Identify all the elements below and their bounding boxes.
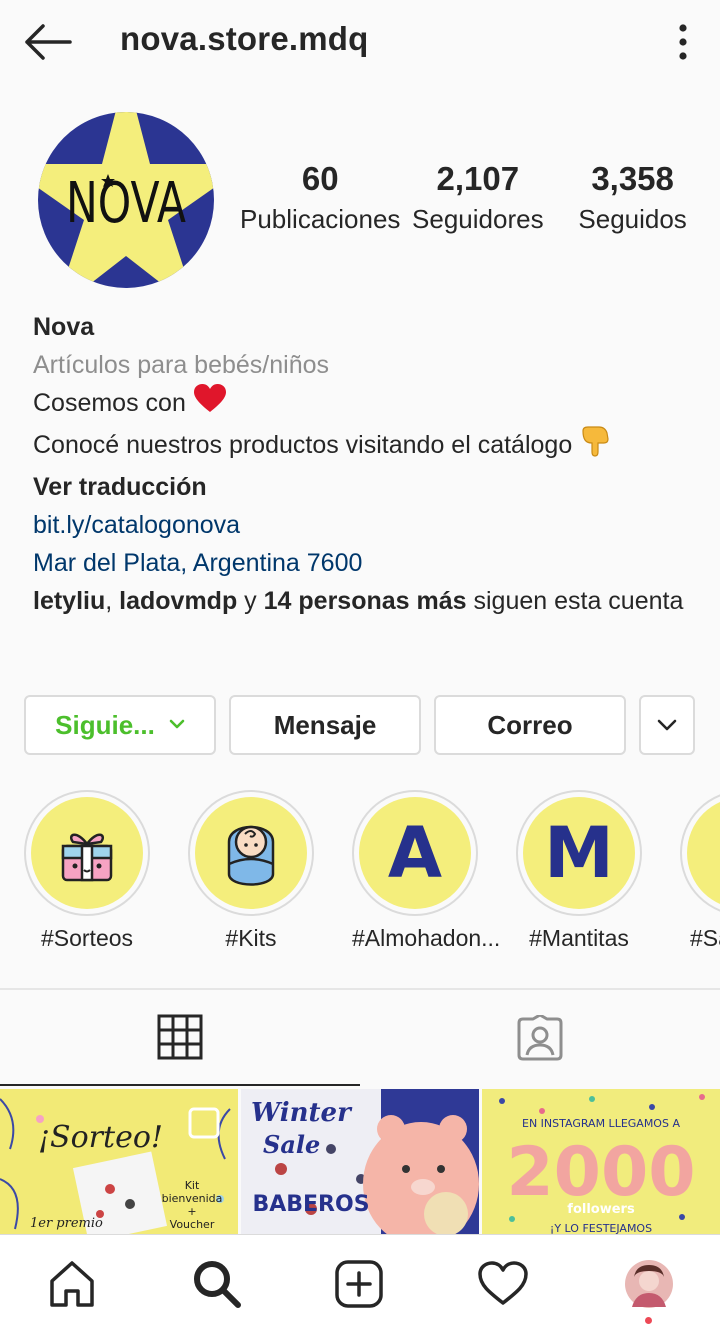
highlight-letter: M [544,812,614,894]
post-3-big: 2000 [506,1133,695,1212]
highlight-label: #Kits [225,925,277,951]
suggested-accounts-button[interactable] [639,695,695,755]
avatar-logo-text: NOVA [66,171,186,236]
tab-posts-grid[interactable] [0,990,360,1086]
highlight-label: #Sorteos [40,925,134,951]
followed-by-user-2[interactable]: ladovmdp [119,587,237,615]
highlight-kits[interactable]: #Kits [188,790,314,952]
profile-avatar[interactable]: NOVA [38,112,214,288]
pointing-down-hand-icon [579,425,611,468]
followed-by[interactable]: letyliu, ladovmdp y 14 personas más sigu… [33,582,693,620]
post-2-tag: BABEROS [252,1192,369,1217]
post-1-title: ¡Sorteo! [38,1120,163,1155]
highlight-label: #Almohadon... [352,925,501,951]
bio-line-1: Cosemos con [33,384,693,425]
profile-name: Nova [33,313,95,341]
post-2-title-2: Sale [263,1130,320,1159]
new-post-icon[interactable] [332,1257,386,1311]
highlight-label: #Mantitas [529,925,629,951]
post-2-title-1: Winter [251,1098,353,1128]
followed-by-sep-1: , [105,587,120,615]
website-link[interactable]: bit.ly/catalogonova [33,506,693,544]
translate-link[interactable]: Ver traducción [33,468,693,506]
post-thumbnail[interactable]: Winter Sale BABEROS [241,1089,479,1235]
baby-icon [223,816,279,890]
highlight-almohadones[interactable]: A #Almohadon... [352,790,501,952]
highlight-letter: A [387,812,443,894]
followed-by-user-1[interactable]: letyliu [33,587,105,615]
home-icon[interactable] [45,1257,99,1311]
red-heart-icon [193,384,227,425]
notification-dot [645,1317,652,1324]
tagged-person-icon [516,1015,564,1061]
heart-icon[interactable] [476,1257,530,1311]
post-1-corner: 1er premio [30,1216,103,1231]
highlight-partial[interactable]: #Sa [680,790,720,952]
message-button[interactable]: Mensaje [229,695,421,755]
post-thumbnail[interactable]: ¡Sorteo! Kit bienvenida + Voucher 1er pr… [0,1089,238,1235]
top-bar: nova.store.mdq [0,0,720,86]
profile-actions: Siguie... Mensaje Correo [24,695,696,755]
profile-category: Artículos para bebés/niños [33,351,330,379]
post-1-sub4: Voucher [170,1218,215,1231]
followed-by-more[interactable]: 14 personas más [264,587,467,615]
grid-icon [157,1014,203,1060]
profile-tabs [0,990,720,1086]
post-1-sub2: bienvenida [162,1192,223,1205]
search-icon[interactable] [190,1257,244,1311]
chevron-down-icon [169,719,185,731]
profile-stats: 60 Publicaciones 2,107 Seguidores 3,358 … [240,160,710,235]
stat-followers-label: Seguidores [412,204,544,234]
posts-grid: ¡Sorteo! Kit bienvenida + Voucher 1er pr… [0,1089,720,1235]
highlight-sorteos[interactable]: #Sorteos [24,790,150,952]
more-options-icon[interactable] [668,22,698,62]
post-thumbnail[interactable]: EN INSTAGRAM LLEGAMOS A 2000 followers ¡… [482,1089,720,1235]
story-highlights: #Sorteos #Kits A #Almohadon... M #Mantit… [0,790,720,960]
highlight-label: #Sa [690,925,720,951]
stat-following-label: Seguidos [578,204,687,234]
highlight-mantitas[interactable]: M #Mantitas [516,790,642,952]
stat-followers-value: 2,107 [436,160,520,197]
post-3-mid: followers [567,1202,635,1217]
following-button[interactable]: Siguie... [24,695,216,755]
post-3-top: EN INSTAGRAM LLEGAMOS A [522,1117,680,1130]
bio-line-2: Conocé nuestros productos visitando el c… [33,425,693,468]
stat-following[interactable]: 3,358 Seguidos [555,160,710,235]
email-button[interactable]: Correo [434,695,626,755]
stat-followers[interactable]: 2,107 Seguidores [400,160,555,235]
bio-line-1-text: Cosemos con [33,389,186,418]
stat-posts[interactable]: 60 Publicaciones [240,160,400,235]
post-1-sub1: Kit [185,1179,200,1192]
profile-bio: Nova Artículos para bebés/niños Cosemos … [33,308,693,620]
gift-icon [55,824,119,882]
stat-posts-value: 60 [301,160,339,197]
tab-tagged[interactable] [360,990,720,1086]
stat-following-value: 3,358 [591,160,674,197]
location-link[interactable]: Mar del Plata, Argentina 7600 [33,544,693,582]
profile-avatar-icon[interactable] [622,1257,676,1311]
bio-line-2-text: Conocé nuestros productos visitando el c… [33,431,573,460]
chevron-down-icon [657,718,677,732]
following-button-label: Siguie... [55,709,155,740]
back-arrow-icon[interactable] [22,22,74,62]
stat-posts-label: Publicaciones [240,204,401,234]
followed-by-sep-2: y [237,587,264,615]
bottom-navigation [0,1234,720,1334]
post-1-sub3: + [187,1205,196,1218]
followed-by-suffix: siguen esta cuenta [466,587,684,615]
profile-username: nova.store.mdq [120,20,369,57]
